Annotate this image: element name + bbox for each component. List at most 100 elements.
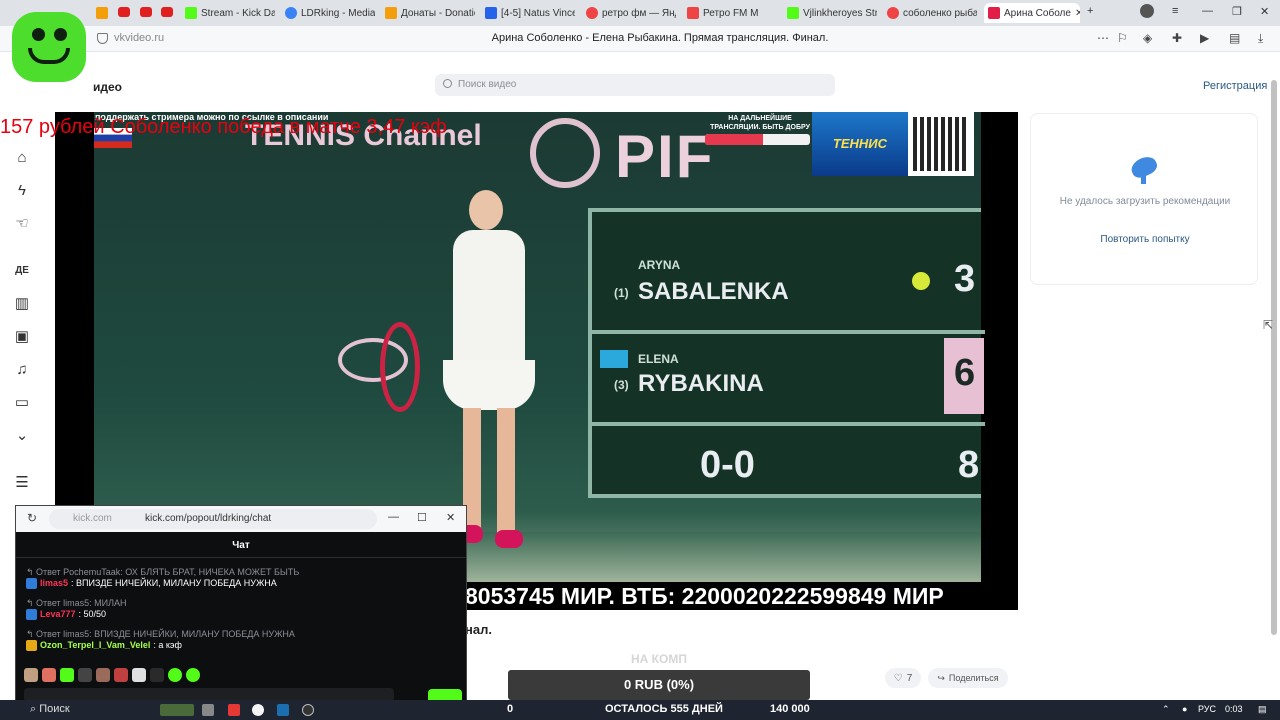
weather-icon[interactable] [160,704,194,716]
hand-icon[interactable]: ☜ [13,215,31,233]
like-button[interactable]: ♡ 7 [885,668,921,688]
qr-code [908,112,974,176]
recommendations-card: Не удалось загрузить рекомендации Повтор… [1030,113,1258,285]
emote-icon[interactable] [150,668,164,682]
bookmark-icon[interactable]: ⚐ [1117,31,1128,45]
chevron-down-icon[interactable]: ⌄ [13,427,31,445]
microphone-icon[interactable]: ● [1182,704,1187,714]
chat-message-line: limas5: ВПИЗДЕ НИЧЕЙКИ, МИЛАНУ ПОБЕДА НУ… [26,578,456,589]
steam-app-icon[interactable] [277,704,289,716]
more-icon[interactable]: ⋯ [1097,31,1109,45]
minimize-icon[interactable]: — [388,511,399,523]
chat-username[interactable]: limas5 [40,578,68,589]
emote-icon[interactable] [132,668,146,682]
shield-icon[interactable] [97,33,108,44]
yandex-app-icon[interactable] [228,704,240,716]
extensions-icon[interactable]: ✚ [1172,31,1182,45]
language-indicator[interactable]: РУС [1198,704,1216,714]
search-input[interactable]: Поиск видео [435,74,835,96]
address-url[interactable]: vkvideo.ru [114,32,164,44]
youtube-icon[interactable] [161,7,173,17]
obs-app-icon[interactable] [302,704,314,716]
tv-icon[interactable]: ▭ [13,394,31,412]
browser-tab[interactable]: Ретро FM M [687,3,777,23]
emote-icon[interactable] [168,668,182,682]
chat-username[interactable]: Ozon_Terpel_I_Vam_Velel [40,640,150,651]
taskbar-search[interactable]: ⌕ Поиск [30,703,70,716]
page-scrollbar[interactable] [1271,80,1277,635]
chat-reply-text: Ответ limas5: МИЛАН [36,598,127,608]
share-button[interactable]: ↪ Поделиться [928,668,1008,688]
browser-tab[interactable]: Донаты - Donatio [385,3,475,23]
emote-icon[interactable] [186,668,200,682]
heart-icon: ♡ [893,672,903,684]
refresh-icon[interactable]: ↻ [27,511,37,525]
share-label: Поделиться [948,673,999,683]
notifications-icon[interactable]: ▤ [1258,704,1267,715]
player2-seed: (3) [614,378,629,392]
chat-text: : а кэф [153,640,182,650]
emote-icon[interactable] [60,668,74,682]
chat-message: ↰ Ответ limas5: МИЛАН Leva777: 50/50 [26,598,456,620]
new-tab-icon[interactable]: + [1087,5,1093,17]
emote-icon[interactable] [24,668,38,682]
tab-label: ретро фм — Янд [602,7,676,19]
emote-icon[interactable] [78,668,92,682]
home-icon[interactable]: ⌂ [13,149,31,167]
browser-tab[interactable]: ретро фм — Янд [586,3,676,23]
browser-tab[interactable]: Stream - Kick Das [185,3,275,23]
tab-label: LDRking - Media [301,7,375,19]
player1-first-name: ARYNA [638,258,681,272]
browser-app-icon[interactable] [252,704,264,716]
retry-button[interactable]: Повторить попытку [1031,234,1259,245]
protect-icon[interactable]: ◈ [1143,31,1152,45]
avatar[interactable] [1140,4,1154,18]
kids-icon[interactable]: ДЕ [13,262,31,280]
chat-window-titlebar: ↻ kick.com kick.com/popout/ldrking/chat … [16,506,466,532]
close-window-icon[interactable]: ✕ [1260,5,1269,18]
scoreboard-divider [592,422,985,426]
player2-first-name: ELENA [638,352,679,366]
youtube-icon[interactable] [140,7,152,17]
site-logo[interactable]: идео [93,80,122,94]
list-icon[interactable]: ☰ [13,474,31,492]
tab-favicon [687,7,699,19]
browser-tab[interactable]: соболенко рыба [887,3,977,23]
minimize-icon[interactable]: — [1202,5,1213,17]
donation-progress-bar [705,134,810,145]
tab-favicon [586,7,598,19]
browser-tab[interactable]: Vjlinkheroyes Stre [787,3,877,23]
music-icon[interactable]: ♫ [13,361,31,379]
clips-icon[interactable]: ▣ [13,328,31,346]
clock[interactable]: 0:03 [1225,704,1243,714]
chat-username[interactable]: Leva777 [40,609,76,620]
taskview-icon[interactable] [202,704,214,716]
browser-tab[interactable]: LDRking - Media [285,3,375,23]
satellite-icon [1128,150,1161,184]
tab-favicon [96,7,108,19]
maximize-icon[interactable]: ☐ [417,511,427,524]
register-link[interactable]: Регистрация [1203,80,1267,92]
media-icon[interactable]: ▶ [1200,31,1209,45]
emote-icon[interactable] [42,668,56,682]
emote-icon[interactable] [114,668,128,682]
pinned-tab[interactable] [96,3,112,23]
lightning-icon[interactable]: ϟ [13,182,31,200]
collections-icon[interactable]: ▤ [1229,31,1240,45]
chat-title: Чат [232,540,250,551]
browser-tab-active[interactable]: Арина Соболе ✕ [984,3,1080,23]
close-icon[interactable]: ✕ [1075,8,1080,19]
book-icon[interactable]: ▥ [13,295,31,313]
chat-url-box[interactable]: kick.com kick.com/popout/ldrking/chat [49,509,377,529]
youtube-icon[interactable] [118,7,130,17]
restore-icon[interactable]: ❐ [1232,5,1242,18]
emote-icon[interactable] [96,668,110,682]
like-count: 7 [906,672,913,684]
tray-chevron-icon[interactable]: ⌃ [1162,704,1170,715]
scoreboard-divider [592,330,985,334]
download-icon[interactable]: ⤓ [1258,31,1263,46]
close-icon[interactable]: ✕ [446,511,455,524]
menu-icon[interactable]: ≡ [1172,5,1178,17]
donation-progress-fill [705,134,763,145]
browser-tab[interactable]: [4-5] Natus Vince [485,3,575,23]
